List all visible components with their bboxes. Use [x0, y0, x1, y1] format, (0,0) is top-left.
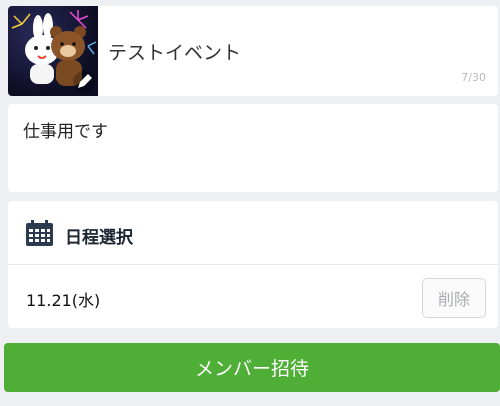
schedule-card: 日程選択 11.21(水) 削除	[8, 201, 498, 328]
event-title-input[interactable]	[108, 36, 478, 66]
delete-date-button[interactable]: 削除	[422, 278, 486, 318]
schedule-header[interactable]: 日程選択	[8, 201, 498, 265]
brown-cony-fireworks-sticker	[11, 10, 97, 93]
event-thumbnail-image[interactable]	[8, 6, 98, 96]
pencil-icon	[73, 71, 95, 93]
event-description-input[interactable]: 仕事用です	[23, 117, 483, 182]
schedule-section-title: 日程選択	[65, 228, 133, 248]
event-description-card: 仕事用です	[8, 104, 498, 192]
schedule-date-row: 11.21(水) 削除	[8, 265, 498, 328]
schedule-date-label: 11.21(水)	[26, 291, 101, 310]
invite-members-button[interactable]: メンバー招待	[4, 343, 500, 392]
calendar-icon	[26, 220, 53, 246]
event-title-card: 7/30	[8, 6, 498, 96]
title-character-counter: 7/30	[461, 71, 486, 84]
